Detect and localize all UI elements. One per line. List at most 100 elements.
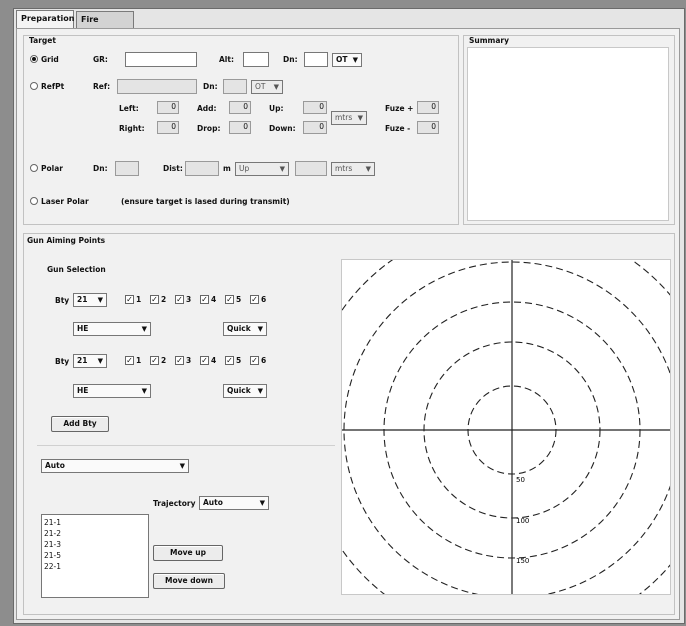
chevron-down-icon: ▼ xyxy=(97,296,103,304)
up-input[interactable]: 0 xyxy=(303,101,327,114)
m-label: m xyxy=(223,164,231,173)
list-item[interactable]: 21-3 xyxy=(44,539,146,550)
down-input[interactable]: 0 xyxy=(303,121,327,134)
polar-radio-label: Polar xyxy=(41,164,63,173)
add-bty-button[interactable]: Add Bty xyxy=(51,416,109,432)
polar-unit-select[interactable]: mtrs ▼ xyxy=(331,162,375,176)
left-input[interactable]: 0 xyxy=(157,101,179,114)
summary-textarea[interactable] xyxy=(467,47,669,221)
gun-checkbox[interactable]: ✓ xyxy=(250,295,259,304)
gun-checkbox[interactable]: ✓ xyxy=(200,356,209,365)
alt-label: Alt: xyxy=(219,55,234,64)
bty-select-1[interactable]: 21 ▼ xyxy=(73,293,107,307)
gun-checkbox[interactable]: ✓ xyxy=(200,295,209,304)
gun-checkbox[interactable]: ✓ xyxy=(150,295,159,304)
gun-checkbox-label: 2 xyxy=(161,295,167,304)
chevron-down-icon: ▼ xyxy=(259,499,265,507)
refpt-unit-select[interactable]: mtrs ▼ xyxy=(331,111,367,125)
trajectory-label: Trajectory xyxy=(153,499,196,508)
polar-plot[interactable]: 50 100 150 xyxy=(341,259,671,595)
refpt-dn-unit-select[interactable]: OT ▼ xyxy=(251,80,283,94)
chevron-down-icon: ▼ xyxy=(97,357,103,365)
gun-checkbox[interactable]: ✓ xyxy=(150,356,159,365)
add-label: Add: xyxy=(197,104,217,113)
gun-checkbox[interactable]: ✓ xyxy=(250,356,259,365)
grid-dn-unit-select[interactable]: OT ▼ xyxy=(332,53,362,67)
gun-checkbox-label: 3 xyxy=(186,356,192,365)
polar-dir-select[interactable]: Up ▼ xyxy=(235,162,289,176)
list-item[interactable]: 22-1 xyxy=(44,561,146,572)
gun-checkbox[interactable]: ✓ xyxy=(225,356,234,365)
down-label: Down: xyxy=(269,124,296,133)
gun-checkbox[interactable]: ✓ xyxy=(125,295,134,304)
range-label: 100 xyxy=(516,517,529,525)
ref-input[interactable] xyxy=(117,79,197,94)
target-title: Target xyxy=(29,36,56,45)
gun-checkbox[interactable]: ✓ xyxy=(175,356,184,365)
fuze-speed-select-1[interactable]: Quick ▼ xyxy=(223,322,267,336)
gr-input[interactable] xyxy=(125,52,197,67)
polar-dn-input[interactable] xyxy=(115,161,139,176)
gun-checkbox[interactable]: ✓ xyxy=(175,295,184,304)
laser-note: (ensure target is lased during transmit) xyxy=(121,197,290,206)
gun-checkbox-label: 1 xyxy=(136,295,142,304)
gun-aiming-points-title: Gun Aiming Points xyxy=(27,236,106,245)
fuze-minus-label: Fuze - xyxy=(385,124,411,133)
chevron-down-icon: ▼ xyxy=(279,165,285,173)
range-ring xyxy=(342,260,670,594)
fuze-minus-input[interactable]: 0 xyxy=(417,121,439,134)
bty-label: Bty xyxy=(55,296,70,305)
gun-checkbox-label: 5 xyxy=(236,356,242,365)
chevron-down-icon: ▼ xyxy=(352,56,358,64)
grid-radio[interactable] xyxy=(30,55,38,63)
right-label: Right: xyxy=(119,124,145,133)
gun-checkbox-label: 6 xyxy=(261,295,267,304)
mode-select[interactable]: Auto ▼ xyxy=(41,459,189,473)
chevron-down-icon: ▼ xyxy=(257,387,263,395)
fuze-plus-input[interactable]: 0 xyxy=(417,101,439,114)
summary-title: Summary xyxy=(469,36,510,45)
refpt-dn-input[interactable] xyxy=(223,79,247,94)
chevron-down-icon: ▼ xyxy=(365,165,371,173)
gun-checkbox-label: 3 xyxy=(186,295,192,304)
grid-dn-label: Dn: xyxy=(283,55,298,64)
divider xyxy=(37,445,335,446)
gun-checkbox-label: 4 xyxy=(211,356,217,365)
ammo-select-2[interactable]: HE ▼ xyxy=(73,384,151,398)
list-item[interactable]: 21-1 xyxy=(44,517,146,528)
trajectory-select[interactable]: Auto ▼ xyxy=(199,496,269,510)
move-down-button[interactable]: Move down xyxy=(153,573,225,589)
chevron-down-icon: ▼ xyxy=(141,387,147,395)
app-window: Preparation Fire Orders Target Grid GR: … xyxy=(13,8,685,624)
alt-input[interactable] xyxy=(243,52,269,67)
gun-checkbox[interactable]: ✓ xyxy=(125,356,134,365)
aiming-point-list[interactable]: 21-1 21-2 21-3 21-5 22-1 xyxy=(41,514,149,598)
refpt-radio-label: RefPt xyxy=(41,82,65,91)
chevron-down-icon: ▼ xyxy=(141,325,147,333)
right-input[interactable]: 0 xyxy=(157,121,179,134)
gun-checkbox[interactable]: ✓ xyxy=(225,295,234,304)
dist-label: Dist: xyxy=(163,164,183,173)
gun-checkbox-label: 2 xyxy=(161,356,167,365)
drop-input[interactable]: 0 xyxy=(229,121,251,134)
move-up-button[interactable]: Move up xyxy=(153,545,223,561)
polar-radio[interactable] xyxy=(30,164,38,172)
list-item[interactable]: 21-2 xyxy=(44,528,146,539)
bty-label: Bty xyxy=(55,357,70,366)
refpt-radio[interactable] xyxy=(30,82,38,90)
ref-label: Ref: xyxy=(93,82,111,91)
list-item[interactable]: 21-5 xyxy=(44,550,146,561)
ammo-select-1[interactable]: HE ▼ xyxy=(73,322,151,336)
fuze-plus-label: Fuze + xyxy=(385,104,414,113)
add-input[interactable]: 0 xyxy=(229,101,251,114)
fuze-speed-select-2[interactable]: Quick ▼ xyxy=(223,384,267,398)
dist-input[interactable] xyxy=(185,161,219,176)
tab-fire-orders[interactable]: Fire Orders xyxy=(76,11,134,40)
polar-value-input[interactable] xyxy=(295,161,327,176)
range-label: 50 xyxy=(516,476,525,484)
laser-polar-radio[interactable] xyxy=(30,197,38,205)
grid-dn-input[interactable] xyxy=(304,52,328,67)
tab-preparation[interactable]: Preparation xyxy=(16,10,74,29)
left-label: Left: xyxy=(119,104,139,113)
bty-select-2[interactable]: 21 ▼ xyxy=(73,354,107,368)
